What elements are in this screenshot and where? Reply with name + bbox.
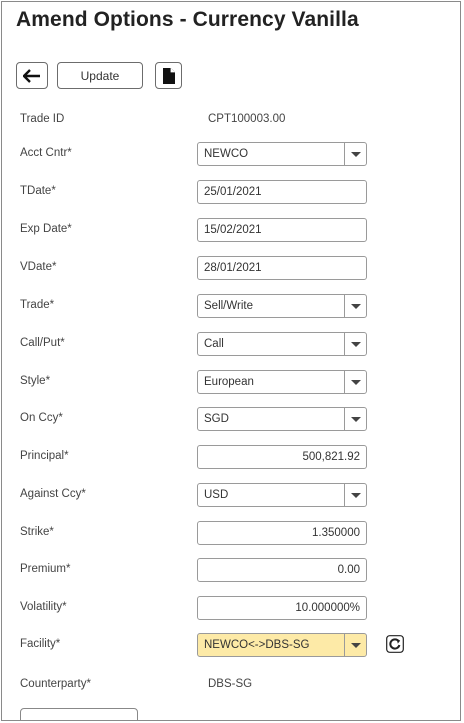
- trade-id-value: CPT100003.00: [208, 113, 286, 125]
- row-facility: Facility* NEWCO<->DBS-SG: [20, 633, 460, 658]
- on-ccy-select[interactable]: SGD: [197, 407, 367, 431]
- chevron-down-icon[interactable]: [344, 408, 366, 430]
- style-value: European: [204, 376, 254, 388]
- chevron-down-icon[interactable]: [344, 484, 366, 506]
- back-button[interactable]: [16, 62, 48, 89]
- principal-label: Principal*: [20, 450, 69, 462]
- facility-select[interactable]: NEWCO<->DBS-SG: [197, 633, 367, 657]
- principal-value: 500,821.92: [302, 451, 360, 463]
- against-ccy-label: Against Ccy*: [20, 488, 86, 500]
- page-title: Amend Options - Currency Vanilla: [16, 8, 359, 31]
- tdate-value: 25/01/2021: [204, 186, 262, 198]
- tdate-input[interactable]: 25/01/2021: [197, 180, 367, 204]
- document-icon: [162, 67, 175, 84]
- acct-cntr-label: Acct Cntr*: [20, 147, 72, 159]
- vdate-label: VDate*: [20, 261, 57, 273]
- row-principal: Principal* 500,821.92: [20, 445, 460, 470]
- facility-label: Facility*: [20, 638, 61, 650]
- row-call-put: Call/Put* Call: [20, 332, 460, 357]
- row-tdate: TDate* 25/01/2021: [20, 180, 460, 205]
- tdate-label: TDate*: [20, 185, 56, 197]
- row-vdate: VDate* 28/01/2021: [20, 256, 460, 281]
- acct-cntr-value: NEWCO: [204, 148, 249, 160]
- document-button[interactable]: [155, 62, 182, 89]
- update-button[interactable]: Update: [57, 62, 143, 89]
- strike-label: Strike*: [20, 526, 54, 538]
- strike-value: 1.350000: [312, 527, 360, 539]
- row-counterparty: Counterparty* DBS-SG: [20, 673, 460, 698]
- chevron-down-icon[interactable]: [344, 295, 366, 317]
- on-ccy-label: On Ccy*: [20, 412, 63, 424]
- exp-date-input[interactable]: 15/02/2021: [197, 218, 367, 242]
- row-acct-cntr: Acct Cntr* NEWCO: [20, 142, 460, 167]
- refresh-icon[interactable]: [386, 635, 404, 653]
- against-ccy-select[interactable]: USD: [197, 483, 367, 507]
- arrow-left-icon: [23, 68, 40, 83]
- row-style: Style* European: [20, 370, 460, 395]
- against-ccy-value: USD: [204, 489, 229, 501]
- row-strike: Strike* 1.350000: [20, 521, 460, 546]
- counterparty-label: Counterparty*: [20, 678, 91, 690]
- style-label: Style*: [20, 375, 51, 387]
- trade-select[interactable]: Sell/Write: [197, 294, 367, 318]
- strike-input[interactable]: 1.350000: [197, 521, 367, 545]
- row-exp-date: Exp Date* 15/02/2021: [20, 218, 460, 243]
- volatility-label: Volatility*: [20, 601, 67, 613]
- chevron-down-icon[interactable]: [344, 371, 366, 393]
- trade-value: Sell/Write: [204, 300, 253, 312]
- facility-value: NEWCO<->DBS-SG: [204, 639, 310, 651]
- vdate-value: 28/01/2021: [204, 262, 262, 274]
- row-on-ccy: On Ccy* SGD: [20, 407, 460, 432]
- trade-id-label: Trade ID: [20, 113, 65, 125]
- partial-bottom-button[interactable]: [20, 708, 138, 720]
- row-trade: Trade* Sell/Write: [20, 294, 460, 319]
- exp-date-value: 15/02/2021: [204, 224, 262, 236]
- vdate-input[interactable]: 28/01/2021: [197, 256, 367, 280]
- row-trade-id: Trade ID CPT100003.00: [20, 108, 460, 133]
- on-ccy-value: SGD: [204, 413, 229, 425]
- acct-cntr-select[interactable]: NEWCO: [197, 142, 367, 166]
- premium-value: 0.00: [337, 564, 360, 576]
- style-select[interactable]: European: [197, 370, 367, 394]
- call-put-select[interactable]: Call: [197, 332, 367, 356]
- premium-label: Premium*: [20, 563, 71, 575]
- chevron-down-icon[interactable]: [344, 333, 366, 355]
- counterparty-value: DBS-SG: [208, 678, 253, 690]
- row-volatility: Volatility* 10.000000%: [20, 596, 460, 621]
- chevron-down-icon[interactable]: [344, 143, 366, 165]
- volatility-input[interactable]: 10.000000%: [197, 596, 367, 620]
- amend-options-panel: Amend Options - Currency Vanilla Update …: [1, 1, 461, 721]
- principal-input[interactable]: 500,821.92: [197, 445, 367, 469]
- call-put-label: Call/Put*: [20, 337, 65, 349]
- call-put-value: Call: [204, 338, 224, 350]
- trade-label: Trade*: [20, 299, 55, 311]
- row-against-ccy: Against Ccy* USD: [20, 483, 460, 508]
- row-premium: Premium* 0.00: [20, 558, 460, 583]
- exp-date-label: Exp Date*: [20, 223, 72, 235]
- chevron-down-icon[interactable]: [344, 634, 366, 656]
- volatility-value: 10.000000%: [295, 602, 360, 614]
- premium-input[interactable]: 0.00: [197, 558, 367, 582]
